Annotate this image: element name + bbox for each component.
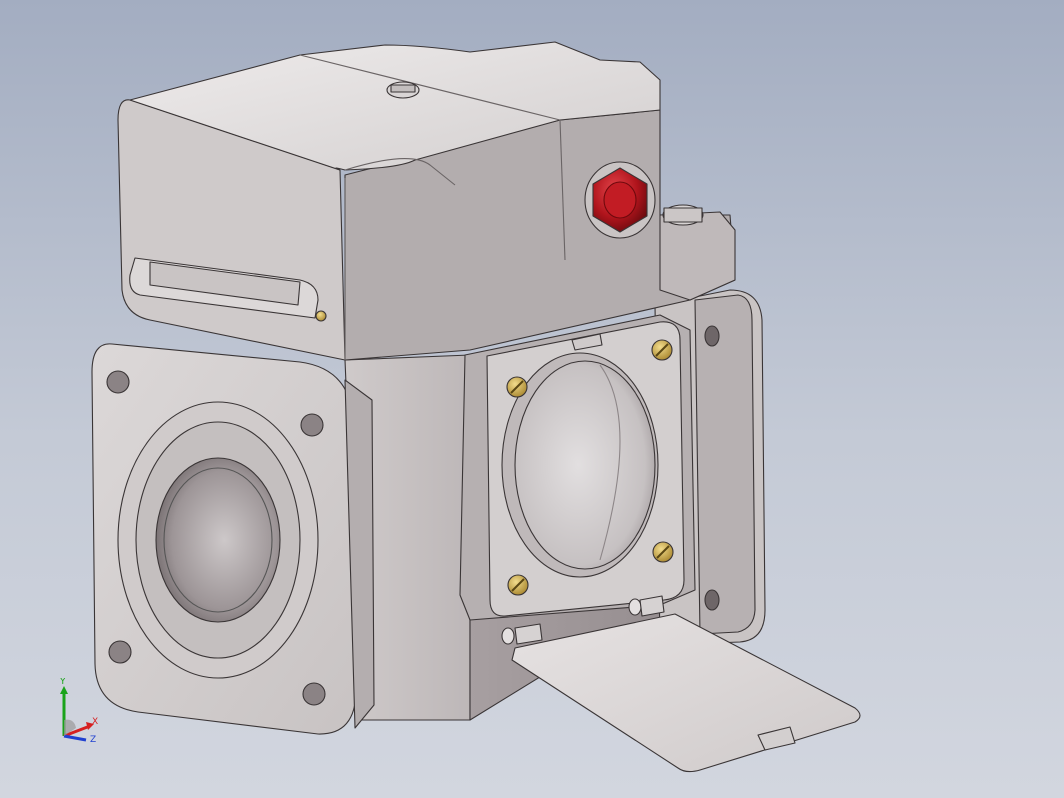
bolt-hole: [108, 640, 132, 664]
y-axis-label: Y: [59, 678, 66, 687]
cover-bolt: [386, 81, 420, 99]
z-axis-label: Z: [90, 735, 96, 745]
bolt-hole: [302, 682, 326, 706]
model-geometry: [390, 84, 416, 93]
model-geometry: [704, 325, 720, 347]
valve-housing-model[interactable]: [0, 0, 1064, 798]
axis-triad: Y X Z: [59, 678, 98, 745]
model-geometry: [315, 310, 327, 322]
graphics-viewport[interactable]: Y X Z: [0, 0, 1064, 798]
right-port-bore: [514, 360, 656, 570]
bolt-hole: [106, 370, 130, 394]
x-axis-label: X: [92, 717, 98, 727]
model-geometry: [628, 598, 642, 616]
model-geometry: [694, 294, 756, 635]
model-geometry: [60, 686, 68, 694]
model-geometry: [603, 181, 637, 219]
model-geometry: [639, 595, 665, 617]
open-flap: [511, 613, 861, 773]
indicator-plug: [584, 161, 656, 239]
model-geometry: [659, 211, 736, 301]
model-geometry: [91, 41, 861, 773]
bolt-hole: [300, 413, 324, 437]
model-geometry: [514, 623, 543, 645]
left-port-bore: [155, 457, 281, 623]
model-geometry: [501, 627, 515, 645]
z-axis-arrow: [63, 734, 87, 742]
side-boss: [659, 204, 736, 301]
model-geometry: [704, 589, 720, 611]
model-geometry: [663, 207, 703, 223]
